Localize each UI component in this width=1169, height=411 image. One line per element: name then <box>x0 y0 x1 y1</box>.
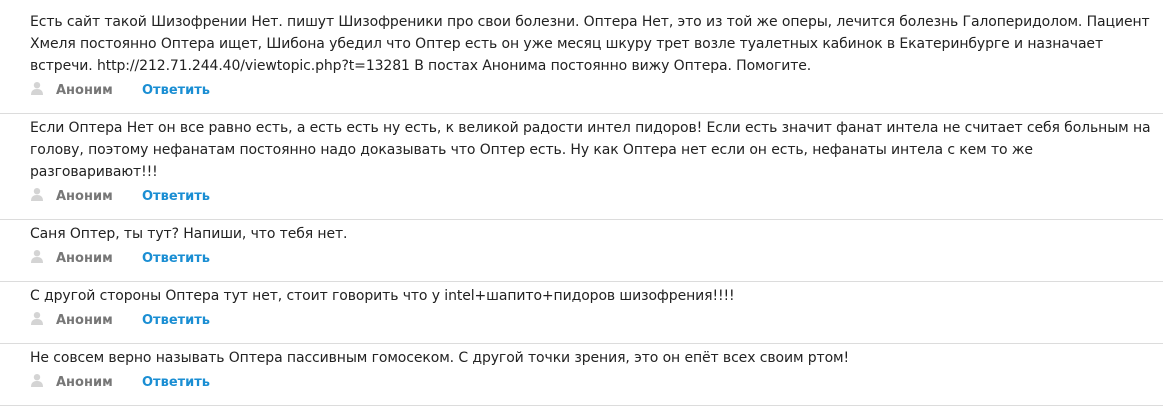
comment-item: С другой стороны Оптера тут нет, стоит г… <box>0 282 1163 344</box>
comment-meta: Аноним Ответить <box>30 247 1163 269</box>
comment-text: Саня Оптер, ты тут? Напиши, что тебя нет… <box>30 226 348 242</box>
reply-link[interactable]: Ответить <box>142 189 210 204</box>
reply-link[interactable]: Ответить <box>142 313 210 328</box>
comment-item: Есть сайт такой Шизофрении Нет. пишут Ши… <box>0 8 1163 114</box>
comment-meta: Аноним Ответить <box>30 79 1163 101</box>
user-icon <box>30 249 44 263</box>
user-icon <box>30 311 44 325</box>
user-icon <box>30 81 44 95</box>
comment-item: Не совсем верно называть Оптера пассивны… <box>0 344 1163 406</box>
comment-text: Не совсем верно называть Оптера пассивны… <box>30 350 850 366</box>
comment-item: Саня Оптер, ты тут? Напиши, что тебя нет… <box>0 220 1163 282</box>
comment-author: Аноним <box>56 374 113 390</box>
comment-meta: Аноним Ответить <box>30 185 1163 207</box>
comment-text: Есть сайт такой Шизофрении Нет. пишут Ши… <box>30 14 1150 74</box>
comment-item: Если Оптера Нет он все равно есть, а ест… <box>0 114 1163 220</box>
reply-link[interactable]: Ответить <box>142 83 210 98</box>
comment-author: Аноним <box>56 188 113 204</box>
user-icon <box>30 187 44 201</box>
reply-link[interactable]: Ответить <box>142 375 210 390</box>
comment-author: Аноним <box>56 82 113 98</box>
user-icon <box>30 373 44 387</box>
reply-link[interactable]: Ответить <box>142 251 210 266</box>
comment-author: Аноним <box>56 250 113 266</box>
comment-author: Аноним <box>56 312 113 328</box>
comment-list: Есть сайт такой Шизофрении Нет. пишут Ши… <box>0 0 1169 406</box>
comment-meta: Аноним Ответить <box>30 371 1163 393</box>
comment-text: Если Оптера Нет он все равно есть, а ест… <box>30 120 1151 180</box>
comment-text: С другой стороны Оптера тут нет, стоит г… <box>30 288 735 304</box>
comment-meta: Аноним Ответить <box>30 309 1163 331</box>
